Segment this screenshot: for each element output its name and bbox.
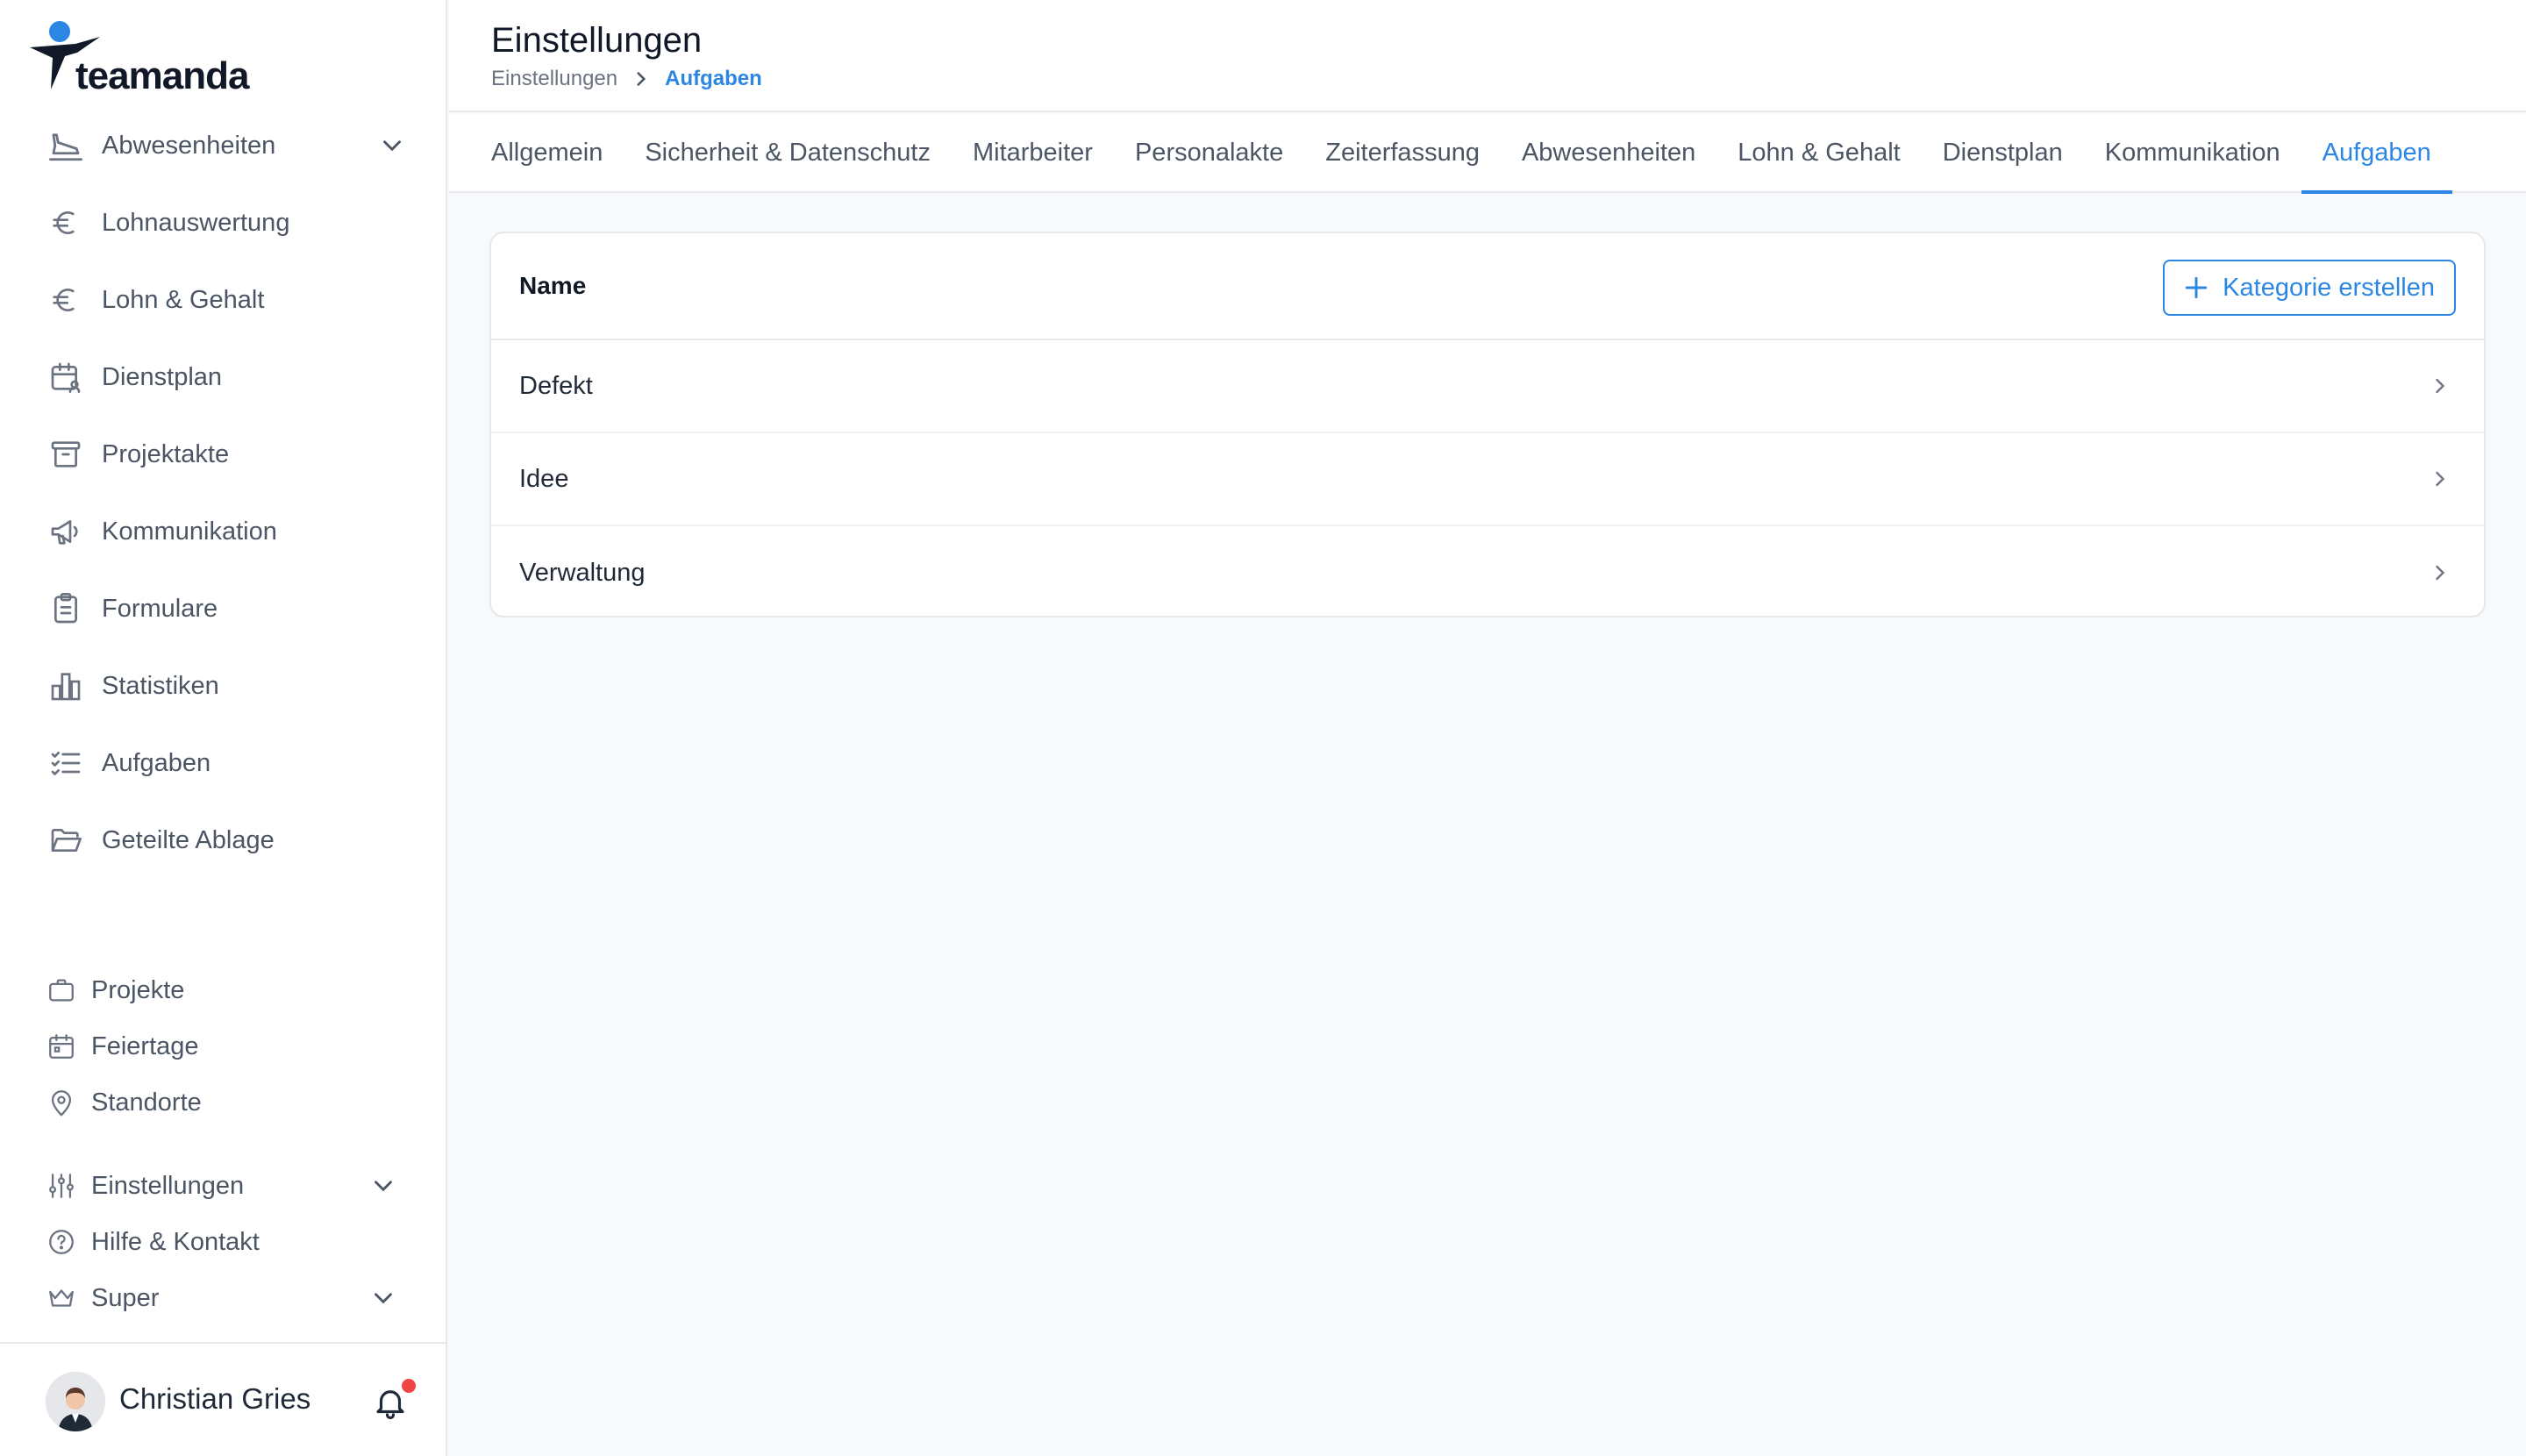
archive-icon (47, 436, 84, 473)
category-table: Name Kategorie erstellen Defekt Idee Ver… (489, 232, 2486, 617)
sidebar-item-lohnauswertung[interactable]: Lohnauswertung (0, 184, 446, 261)
tab-mitarbeiter[interactable]: Mitarbeiter (952, 113, 1114, 192)
table-header: Name Kategorie erstellen (491, 233, 2484, 340)
tab-zeiterfassung[interactable]: Zeiterfassung (1304, 113, 1501, 192)
user-name[interactable]: Christian Gries (119, 1382, 310, 1416)
sidebar-item-label: Projekte (91, 975, 185, 1004)
tab-allgemein[interactable]: Allgemein (470, 113, 624, 192)
chevron-right-icon (2436, 565, 2445, 581)
logo-text: teamanda (75, 54, 249, 97)
sidebar-item-label: Lohnauswertung (102, 208, 290, 237)
create-category-button[interactable]: Kategorie erstellen (2163, 260, 2456, 316)
sidebar-main-nav: Abwesenheiten Lohnauswertung Lohn & Geha… (0, 107, 446, 879)
sidebar-item-label: Aufgaben (102, 748, 211, 777)
sidebar-item-label: Super (91, 1283, 160, 1312)
sidebar-item-label: Standorte (91, 1088, 202, 1117)
sidebar-secondary-nav: Projekte Feiertage Standorte Einstellung… (0, 962, 446, 1326)
sidebar-item-label: Hilfe & Kontakt (91, 1227, 260, 1256)
table-row[interactable]: Verwaltung (491, 526, 2484, 616)
sidebar-item-formulare[interactable]: Formulare (0, 570, 446, 647)
plus-icon (2186, 276, 2208, 299)
tab-aufgaben[interactable]: Aufgaben (2301, 113, 2452, 194)
tab-personalakte[interactable]: Personalakte (1114, 113, 1304, 192)
avatar[interactable] (46, 1372, 105, 1431)
breadcrumb-item-aufgaben[interactable]: Aufgaben (665, 67, 762, 91)
sidebar-item-feiertage[interactable]: Feiertage (0, 1018, 446, 1074)
euro-icon (47, 204, 84, 241)
sidebar-item-aufgaben[interactable]: Aufgaben (0, 724, 446, 802)
chevron-down-icon[interactable] (377, 131, 407, 161)
tab-dienstplan[interactable]: Dienstplan (1922, 113, 2084, 192)
sidebar-item-label: Dienstplan (102, 362, 223, 391)
create-category-label: Kategorie erstellen (2223, 273, 2435, 302)
table-row[interactable]: Idee (491, 433, 2484, 526)
tab-sicherheit-datenschutz[interactable]: Sicherheit & Datenschutz (624, 113, 952, 192)
sidebar-item-standorte[interactable]: Standorte (0, 1074, 446, 1131)
chevron-right-icon (2436, 378, 2445, 394)
chevron-down-icon[interactable] (368, 1171, 398, 1201)
sidebar: teamanda Abwesenheiten Lohnauswertung Lo… (0, 0, 447, 1456)
bar-chart-icon (47, 667, 84, 704)
sidebar-item-label: Lohn & Gehalt (102, 285, 265, 314)
crown-icon (46, 1282, 77, 1314)
breadcrumb: Einstellungen Aufgaben (491, 67, 762, 91)
sidebar-item-label: Abwesenheiten (102, 131, 276, 160)
sidebar-item-einstellungen[interactable]: Einstellungen (0, 1158, 446, 1214)
sidebar-item-label: Projektakte (102, 439, 230, 468)
sidebar-item-label: Kommunikation (102, 517, 277, 546)
sidebar-item-kommunikation[interactable]: Kommunikation (0, 493, 446, 570)
help-circle-icon (46, 1226, 77, 1258)
column-header-name: Name (519, 272, 587, 299)
sidebar-item-label: Feiertage (91, 1031, 199, 1060)
row-name: Verwaltung (519, 558, 646, 587)
chevron-right-icon (2436, 471, 2445, 487)
breadcrumb-item-einstellungen[interactable]: Einstellungen (491, 67, 617, 91)
checklist-icon (47, 745, 84, 782)
sidebar-item-projekte[interactable]: Projekte (0, 962, 446, 1018)
sidebar-item-super[interactable]: Super (0, 1270, 446, 1326)
tab-kommunikation[interactable]: Kommunikation (2084, 113, 2301, 192)
settings-tabs: Allgemein Sicherheit & Datenschutz Mitar… (449, 113, 2526, 194)
sidebar-item-projektakte[interactable]: Projektakte (0, 416, 446, 493)
row-name: Defekt (519, 371, 593, 400)
page-header: Einstellungen Einstellungen Aufgaben (449, 0, 2526, 112)
sidebar-item-label: Statistiken (102, 671, 219, 700)
plane-landing-icon (47, 127, 84, 164)
sidebar-item-label: Einstellungen (91, 1171, 245, 1200)
notification-badge (402, 1379, 416, 1393)
sidebar-item-label: Formulare (102, 594, 218, 623)
calendar-icon (46, 1031, 77, 1062)
tab-lohn-gehalt[interactable]: Lohn & Gehalt (1716, 113, 1921, 192)
briefcase-icon (46, 974, 77, 1006)
megaphone-icon (47, 513, 84, 550)
calendar-user-icon (47, 359, 84, 396)
sidebar-item-lohn-gehalt[interactable]: Lohn & Gehalt (0, 261, 446, 339)
map-pin-icon (46, 1087, 77, 1118)
table-row[interactable]: Defekt (491, 340, 2484, 433)
folder-open-icon (47, 822, 84, 859)
clipboard-icon (47, 590, 84, 627)
chevron-right-icon (637, 72, 646, 86)
sidebar-item-statistiken[interactable]: Statistiken (0, 647, 446, 724)
page-title: Einstellungen (491, 21, 703, 60)
row-name: Idee (519, 464, 569, 493)
sidebar-item-geteilte-ablage[interactable]: Geteilte Ablage (0, 802, 446, 879)
user-panel: Christian Gries (0, 1342, 446, 1456)
tab-abwesenheiten[interactable]: Abwesenheiten (1501, 113, 1716, 192)
euro-icon (47, 282, 84, 318)
sidebar-item-abwesenheiten[interactable]: Abwesenheiten (0, 107, 446, 184)
sidebar-item-hilfe-kontakt[interactable]: Hilfe & Kontakt (0, 1214, 446, 1270)
chevron-down-icon[interactable] (368, 1283, 398, 1313)
sidebar-item-dienstplan[interactable]: Dienstplan (0, 339, 446, 416)
sidebar-item-label: Geteilte Ablage (102, 825, 275, 854)
sliders-icon (46, 1170, 77, 1202)
